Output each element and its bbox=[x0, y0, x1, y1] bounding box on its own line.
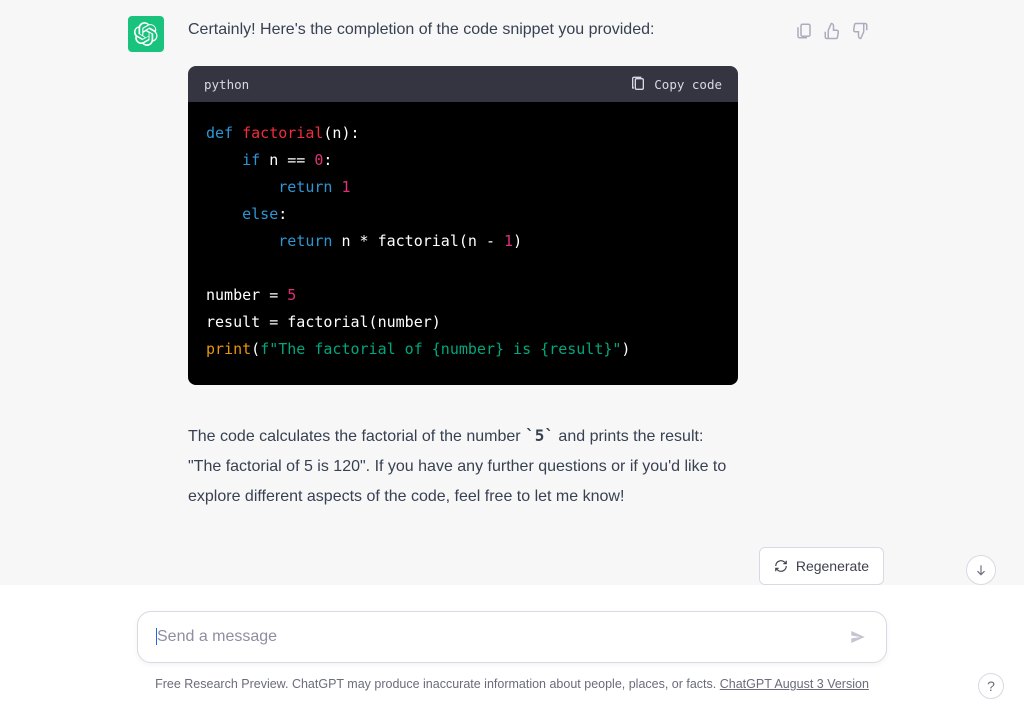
follow-inline-code: `5` bbox=[525, 426, 554, 445]
message-intro-text: Certainly! Here's the completion of the … bbox=[188, 16, 896, 44]
code-language-label: python bbox=[204, 77, 249, 92]
regenerate-button[interactable]: Regenerate bbox=[759, 547, 884, 585]
send-icon bbox=[849, 628, 867, 646]
code-header: python Copy code bbox=[188, 66, 738, 102]
chat-area: Certainly! Here's the completion of the … bbox=[0, 0, 1024, 585]
arrow-down-icon bbox=[974, 563, 988, 577]
help-label: ? bbox=[987, 678, 995, 694]
thumbs-down-icon[interactable] bbox=[851, 22, 869, 40]
scroll-to-bottom-button[interactable] bbox=[966, 555, 996, 585]
message-input[interactable] bbox=[157, 628, 837, 646]
copy-icon[interactable] bbox=[795, 22, 813, 40]
message-follow-text: The code calculates the factorial of the… bbox=[188, 421, 728, 512]
clipboard-icon bbox=[630, 76, 646, 92]
regenerate-icon bbox=[774, 559, 788, 573]
help-button[interactable]: ? bbox=[978, 673, 1004, 699]
composer[interactable] bbox=[137, 611, 887, 663]
composer-area: Free Research Preview. ChatGPT may produ… bbox=[0, 585, 1024, 713]
message-actions bbox=[795, 22, 869, 40]
thumbs-up-icon[interactable] bbox=[823, 22, 841, 40]
regenerate-label: Regenerate bbox=[796, 558, 869, 574]
code-body[interactable]: def factorial(n): if n == 0: return 1 el… bbox=[188, 102, 738, 385]
assistant-message: Certainly! Here's the completion of the … bbox=[128, 0, 896, 536]
message-body: Certainly! Here's the completion of the … bbox=[188, 16, 896, 512]
code-block: python Copy code def factorial(n): if n … bbox=[188, 66, 738, 385]
footer-note: Free Research Preview. ChatGPT may produ… bbox=[0, 677, 1024, 691]
assistant-avatar bbox=[128, 16, 164, 52]
copy-code-label: Copy code bbox=[654, 77, 722, 92]
openai-logo-icon bbox=[134, 22, 158, 46]
copy-code-button[interactable]: Copy code bbox=[630, 76, 722, 92]
send-button[interactable] bbox=[844, 623, 872, 651]
follow-part1: The code calculates the factorial of the… bbox=[188, 428, 525, 445]
version-link[interactable]: ChatGPT August 3 Version bbox=[720, 677, 869, 691]
footer-text: Free Research Preview. ChatGPT may produ… bbox=[155, 677, 720, 691]
